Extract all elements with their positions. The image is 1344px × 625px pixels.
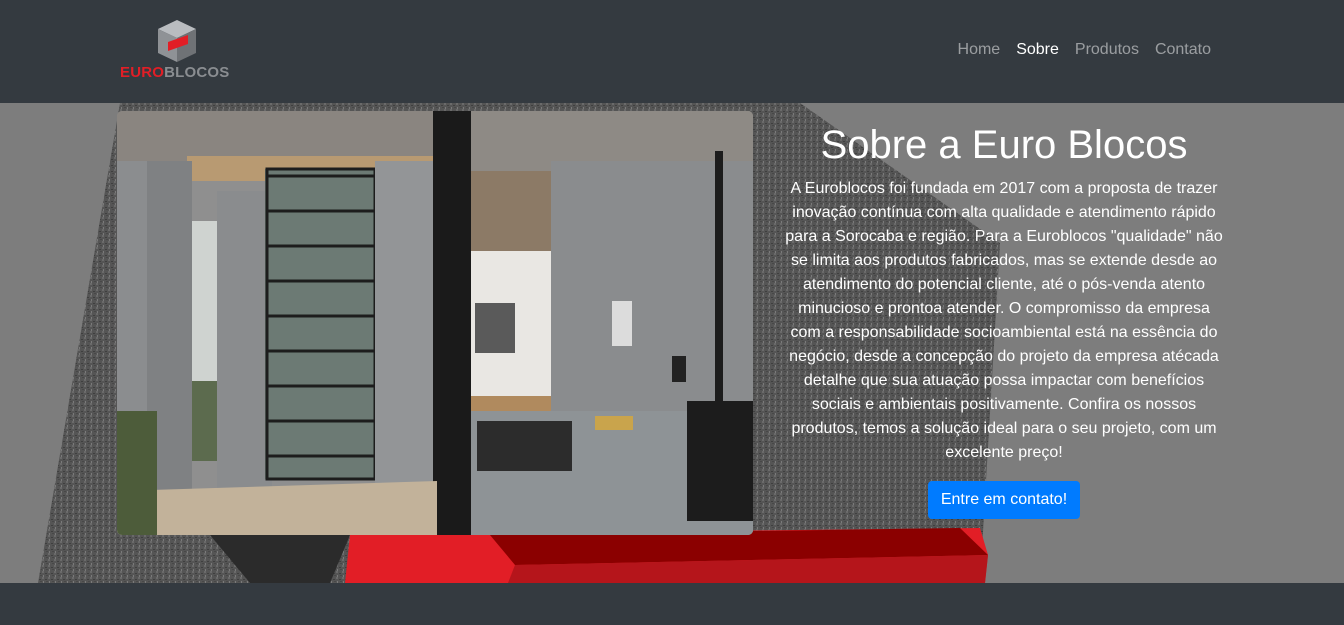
about-content: Sobre a Euro Blocos A Euroblocos foi fun… — [783, 121, 1225, 519]
nav-contato[interactable]: Contato — [1147, 40, 1219, 60]
about-section: Sobre a Euro Blocos A Euroblocos foi fun… — [0, 103, 1344, 583]
house-photo — [117, 111, 753, 535]
contact-button[interactable]: Entre em contato! — [927, 481, 1081, 519]
about-title: Sobre a Euro Blocos — [820, 123, 1188, 167]
cube-logo-icon — [158, 20, 196, 62]
brand-part1: EURO — [120, 64, 165, 81]
footer-bar — [0, 583, 1344, 625]
about-text: A Euroblocos foi fundada em 2017 com a p… — [785, 180, 1223, 461]
nav-produtos[interactable]: Produtos — [1067, 40, 1147, 60]
nav-home[interactable]: Home — [950, 40, 1009, 60]
nav-sobre[interactable]: Sobre — [1008, 40, 1067, 60]
brand-part2: BLOCOS — [164, 64, 230, 81]
navbar: EUROBLOCOS Home Sobre Produtos Contato — [0, 0, 1344, 103]
brand-logo[interactable]: EUROBLOCOS — [118, 18, 238, 84]
brand-wordmark: EUROBLOCOS — [120, 64, 230, 81]
main-nav: Home Sobre Produtos Contato — [950, 40, 1219, 60]
